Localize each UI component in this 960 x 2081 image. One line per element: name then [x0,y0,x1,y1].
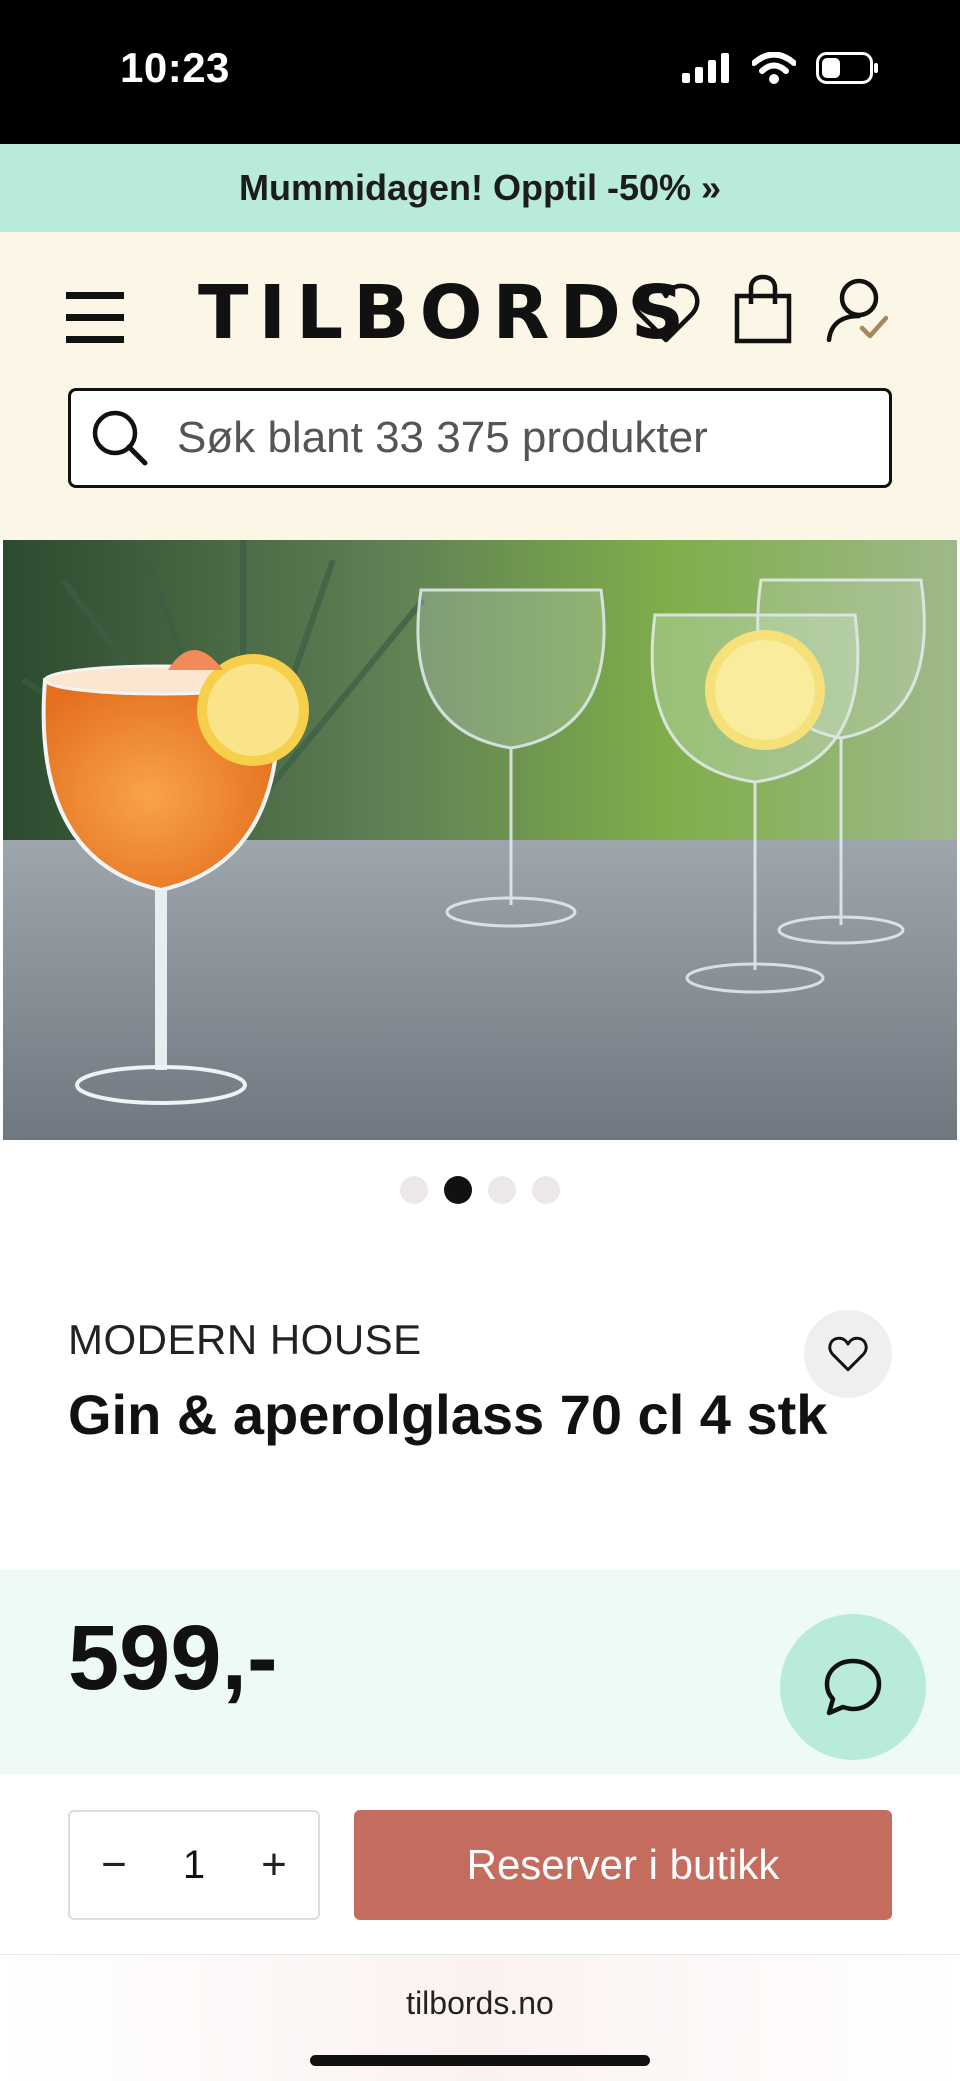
product-brand[interactable]: MODERN HOUSE [68,1316,422,1364]
product-photo [3,540,957,1140]
status-time: 10:23 [120,44,230,91]
menu-icon[interactable] [66,292,126,348]
quantity-increase-button[interactable]: + [254,1840,294,1890]
favorite-button[interactable] [804,1310,892,1398]
carousel-dot[interactable] [532,1176,560,1204]
carousel-dot-active[interactable] [444,1176,472,1204]
search-input[interactable] [177,413,857,463]
heart-icon [828,1336,868,1372]
quantity-stepper: − 1 + [68,1810,320,1920]
signal-icon [682,53,729,83]
carousel-dots [0,1176,960,1204]
shopping-bag-icon[interactable] [734,274,792,344]
product-price: 599,- [68,1607,278,1709]
product-image[interactable] [3,540,957,1140]
url-text[interactable]: tilbords.no [0,1985,960,2022]
quantity-value[interactable]: 1 [183,1843,205,1888]
carousel-dot[interactable] [400,1176,428,1204]
home-indicator[interactable] [310,2055,650,2066]
site-header: TILBORDS [0,232,960,540]
price-section: 599,- [0,1570,960,1774]
promo-banner[interactable]: Mummidagen! Opptil -50% » [0,144,960,232]
search-icon[interactable] [89,407,151,469]
site-logo[interactable]: TILBORDS [198,270,694,356]
heart-icon[interactable] [632,282,700,344]
chat-bubble-icon [824,1658,882,1716]
account-icon[interactable] [826,276,892,342]
carousel-dot[interactable] [488,1176,516,1204]
status-icons [682,52,880,84]
product-title: Gin & aperolglass 70 cl 4 stk [68,1383,828,1446]
reserve-in-store-button[interactable]: Reserver i butikk [354,1810,892,1920]
wifi-icon [752,52,796,84]
chat-button[interactable] [780,1614,926,1760]
status-bar: 10:23 [0,0,960,144]
search-bar[interactable] [68,388,892,488]
quantity-decrease-button[interactable]: − [94,1840,134,1890]
battery-icon [816,52,878,84]
browser-address-bar[interactable]: tilbords.no [0,1954,960,2081]
